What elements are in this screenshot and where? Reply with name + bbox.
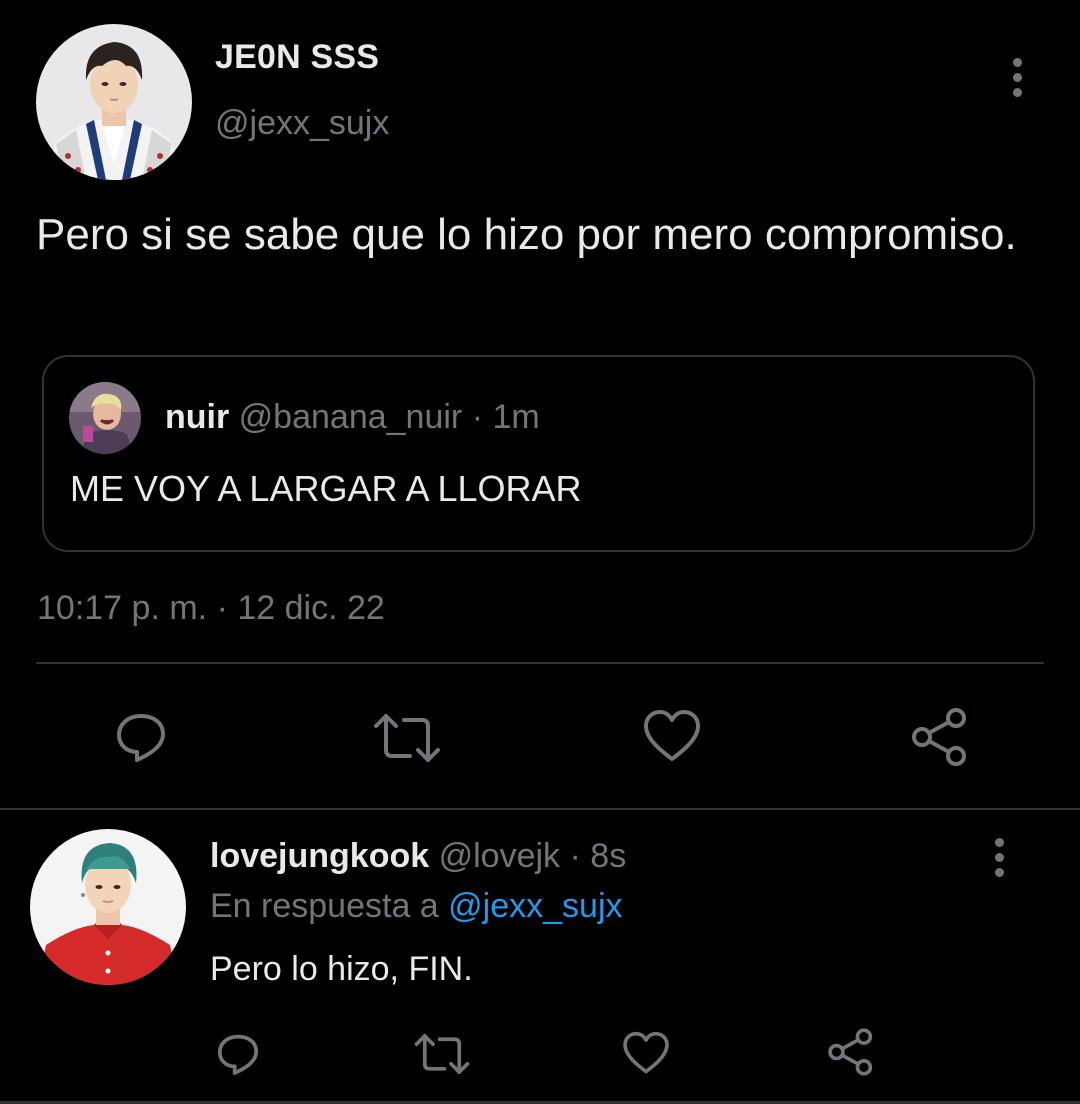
timestamp-date: 12 dic. 22: [237, 589, 385, 627]
share-icon[interactable]: [825, 1027, 877, 1077]
quoted-tweet-text: ME VOY A LARGAR A LLORAR: [70, 468, 582, 509]
main-author-handle[interactable]: @jexx_sujx: [215, 104, 389, 143]
like-icon[interactable]: [641, 707, 703, 765]
retweet-icon[interactable]: [372, 710, 442, 766]
timestamp-time: 10:17 p. m.: [37, 589, 208, 627]
reply-tweet-header: lovejungkook @lovejk · 8s: [210, 837, 626, 876]
retweet-icon[interactable]: [413, 1031, 471, 1077]
reply-tweet-text: Pero lo hizo, FIN.: [210, 950, 473, 988]
more-vertical-icon[interactable]: [1011, 58, 1023, 97]
reply-icon[interactable]: [112, 708, 170, 766]
divider: [0, 808, 1080, 810]
reply-context-mention-link[interactable]: @jexx_sujx: [448, 887, 622, 925]
main-author-name[interactable]: JE0N SSS: [215, 38, 379, 77]
main-author-avatar[interactable]: [36, 24, 192, 180]
quoted-author-name: nuir: [165, 398, 230, 436]
share-icon[interactable]: [908, 706, 972, 768]
reply-context: En respuesta a @jexx_sujx: [210, 887, 623, 926]
quoted-tweet-time: 1m: [492, 398, 540, 436]
quoted-author-avatar: [69, 382, 141, 454]
reply-author-handle[interactable]: @lovejk: [439, 837, 560, 875]
tweet-timestamp: 10:17 p. m. · 12 dic. 22: [37, 589, 385, 628]
separator-dot: ·: [569, 837, 581, 875]
quoted-tweet-card[interactable]: [42, 355, 1035, 552]
reply-context-prefix: En respuesta a: [210, 887, 439, 925]
reply-author-name[interactable]: lovejungkook: [210, 837, 429, 875]
quoted-author-handle: @banana_nuir: [238, 398, 463, 436]
reply-tweet-time: 8s: [590, 837, 627, 875]
like-icon[interactable]: [621, 1029, 671, 1077]
reply-author-avatar[interactable]: [30, 829, 186, 985]
separator-dot: ·: [471, 398, 484, 436]
quoted-tweet-header: nuir @banana_nuir · 1m: [165, 398, 540, 437]
reply-icon[interactable]: [214, 1030, 262, 1078]
divider: [36, 662, 1044, 664]
tweet-text: Pero si se sabe que lo hizo por mero com…: [36, 210, 1017, 259]
separator-dot: ·: [216, 589, 228, 627]
more-vertical-icon[interactable]: [993, 838, 1005, 877]
